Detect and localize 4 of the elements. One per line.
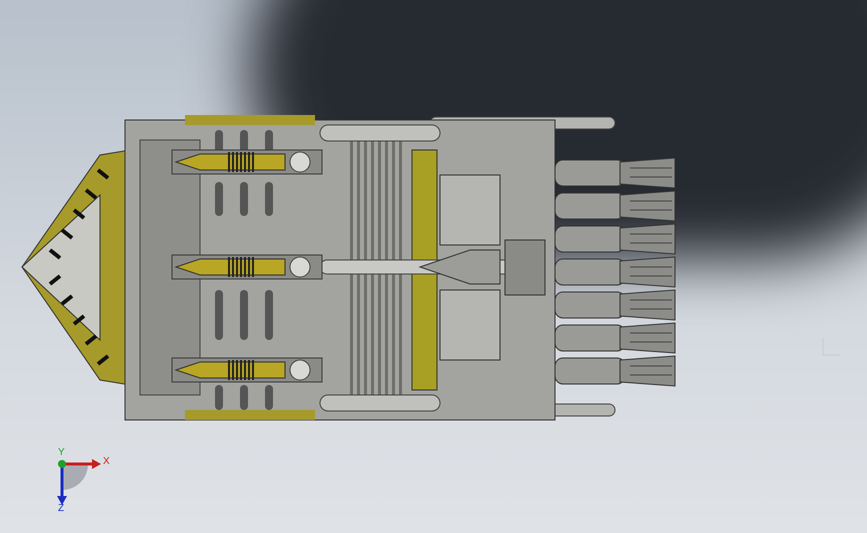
z-axis-label: Z [58, 504, 64, 514]
y-axis-label: Y [58, 448, 65, 458]
axis-triad-icon [57, 459, 101, 505]
x-axis-label: X [103, 457, 110, 467]
